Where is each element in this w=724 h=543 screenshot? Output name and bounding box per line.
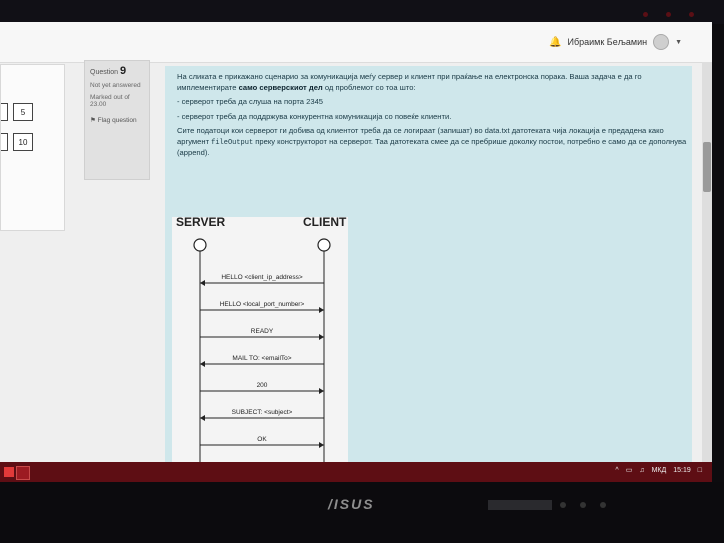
flag-question-link[interactable]: ⚑ Flag question xyxy=(90,116,144,124)
chevron-up-icon[interactable]: ^ xyxy=(615,467,618,474)
question-number: Question 9 xyxy=(90,65,127,77)
arrow-head xyxy=(319,307,324,313)
monitor-button[interactable] xyxy=(580,502,586,508)
arrow-head xyxy=(200,361,205,367)
message-label: HELLO <local_port_number> xyxy=(220,301,305,308)
arrow-head xyxy=(319,334,324,340)
clock[interactable]: 15:19 xyxy=(673,467,691,474)
monitor-bezel-top xyxy=(0,0,724,24)
windows-taskbar: ^ ▭ ♫ МКД 15:19 □ xyxy=(0,462,712,482)
notification-icon[interactable]: □ xyxy=(698,467,702,474)
message-label: MAIL TO: <emailTo> xyxy=(232,355,291,362)
nav-cell-partial[interactable] xyxy=(1,133,8,151)
nav-cell-5[interactable]: 5 xyxy=(13,103,33,121)
message-label: OK xyxy=(257,436,267,443)
minimize-icon[interactable] xyxy=(643,12,648,17)
arrow-head xyxy=(200,415,205,421)
window-controls xyxy=(643,12,694,17)
nav-cell-partial[interactable] xyxy=(1,103,8,121)
screen: 🔔 Ибраимк Бељамин ▼ 5 10 Question 9 Not … xyxy=(0,22,712,462)
question-marks: Marked out of 23.00 xyxy=(90,94,130,108)
scrollbar-thumb[interactable] xyxy=(703,142,711,192)
nav-cell-10[interactable]: 10 xyxy=(13,133,33,151)
client-lifeline-head xyxy=(317,238,331,252)
app-icon[interactable] xyxy=(16,466,30,480)
asus-logo: /ISUS xyxy=(328,496,375,512)
battery-icon[interactable]: ▭ xyxy=(626,466,633,474)
monitor-bezel-bottom: /ISUS xyxy=(0,482,724,543)
avatar-icon[interactable] xyxy=(653,34,670,50)
start-icon[interactable] xyxy=(4,467,14,477)
language-indicator[interactable]: МКД xyxy=(652,467,667,474)
question-paragraph-1: На сликата е прикажано сценарио за комун… xyxy=(177,72,642,92)
question-bullet-2: - серверот треба да поддржува конкурентн… xyxy=(177,111,452,121)
arrow-head xyxy=(200,280,205,286)
message-label: HELLO <client_ip_address> xyxy=(221,274,303,281)
moodle-top-bar: 🔔 Ибраимк Бељамин ▼ xyxy=(0,22,712,63)
system-tray: ^ ▭ ♫ МКД 15:19 □ xyxy=(615,466,702,475)
message-label: 200 xyxy=(257,382,268,389)
username[interactable]: Ибраимк Бељамин xyxy=(568,37,648,47)
monitor-button[interactable] xyxy=(560,502,566,508)
maximize-icon[interactable] xyxy=(666,12,671,17)
server-lifeline-head xyxy=(193,238,207,252)
question-text: На сликата е прикажано сценарио за комун… xyxy=(177,72,687,163)
close-icon[interactable] xyxy=(689,12,694,17)
question-bullet-1: - серверот треба да слуша на порта 2345 xyxy=(177,97,324,106)
sequence-diagram: SERVER CLIENT HELLO <client_ip_address> H… xyxy=(172,215,348,462)
page-scrollbar[interactable] xyxy=(702,62,712,462)
monitor-button[interactable] xyxy=(600,502,606,508)
question-info-box: Question 9 Not yet answered Marked out o… xyxy=(84,60,150,180)
bell-icon[interactable]: 🔔 xyxy=(549,37,561,48)
monitor-buttons xyxy=(560,502,606,508)
sequence-diagram-svg: HELLO <client_ip_address> HELLO <local_po… xyxy=(193,238,331,462)
question-paragraph-2: Сите податоци кои серверот ги добива од … xyxy=(177,126,687,157)
flag-icon: ⚑ xyxy=(90,117,96,124)
message-label: SUBJECT: <subject> xyxy=(232,409,293,416)
volume-icon[interactable]: ♫ xyxy=(639,467,644,474)
quiz-navigation-panel: 5 10 xyxy=(0,64,65,231)
user-menu[interactable]: 🔔 Ибраимк Бељамин ▼ xyxy=(549,34,682,50)
arrow-head xyxy=(319,388,324,394)
chevron-down-icon[interactable]: ▼ xyxy=(675,39,682,46)
arrow-head xyxy=(319,442,324,448)
message-label: READY xyxy=(251,328,274,335)
question-status: Not yet answered xyxy=(90,82,141,89)
monitor-badge xyxy=(488,500,552,510)
